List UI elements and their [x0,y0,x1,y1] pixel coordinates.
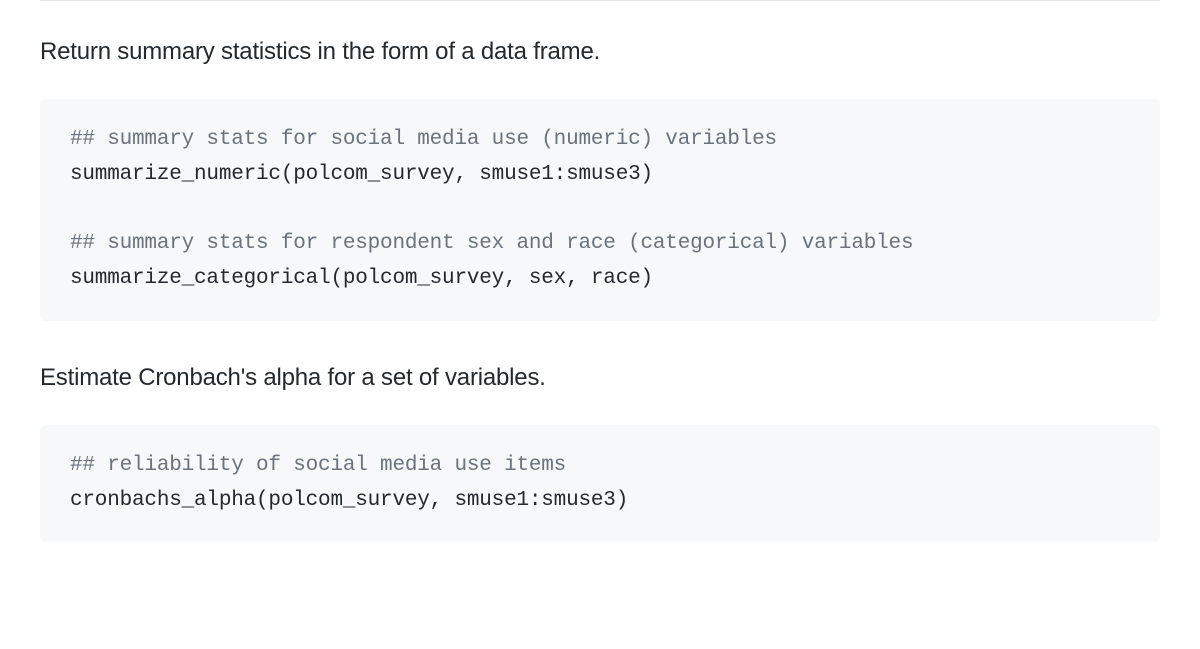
code-block-1: ## summary stats for social media use (n… [40,99,1160,320]
code-line: cronbachs_alpha(polcom_survey, smuse1:sm… [70,489,628,512]
code-block-2: ## reliability of social media use items… [40,425,1160,542]
section-divider [40,0,1160,1]
section-description-1: Return summary statistics in the form of… [40,33,1160,71]
code-line: summarize_categorical(polcom_survey, sex… [70,267,653,290]
document-container: Return summary statistics in the form of… [0,0,1200,542]
code-comment: ## summary stats for social media use (n… [70,128,777,151]
code-comment: ## reliability of social media use items [70,454,566,477]
code-line: summarize_numeric(polcom_survey, smuse1:… [70,163,653,186]
section-description-2: Estimate Cronbach's alpha for a set of v… [40,359,1160,397]
code-comment: ## summary stats for respondent sex and … [70,232,913,255]
